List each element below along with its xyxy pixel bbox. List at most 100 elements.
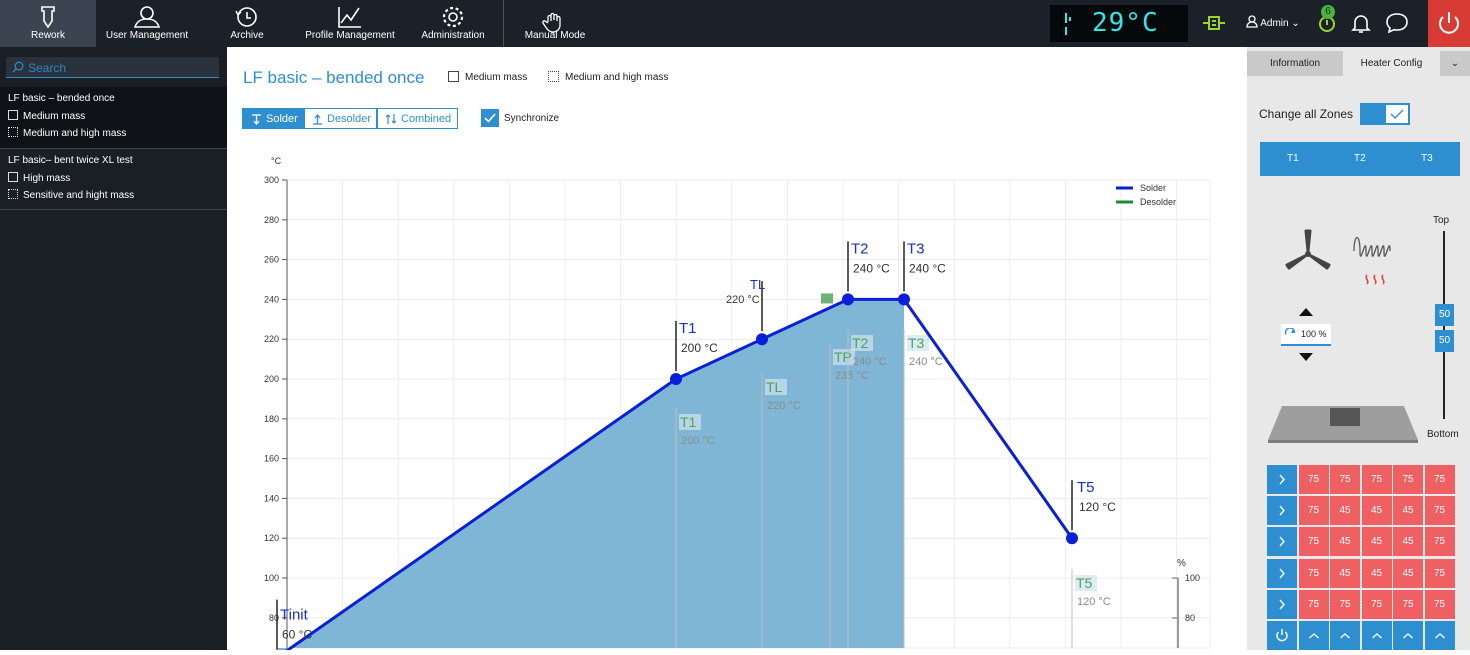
grid-column-expand-button[interactable] [1361, 621, 1392, 650]
zone-cell[interactable]: 45 [1361, 558, 1392, 588]
zone-cell[interactable]: 45 [1361, 496, 1392, 526]
zone-cell[interactable]: 75 [1330, 589, 1360, 619]
y-tick-label: 100 [264, 573, 279, 583]
secondary-axis-label: % [1177, 558, 1186, 569]
solder-point-value: 200 °C [681, 341, 718, 355]
nav-profile-management[interactable]: Profile Management [297, 0, 403, 47]
zone-cell[interactable]: 75 [1298, 558, 1329, 588]
change-all-zones-label: Change all Zones [1259, 107, 1354, 121]
nav-user-management[interactable]: User Management [97, 0, 197, 47]
zone-cell[interactable]: 45 [1393, 558, 1423, 588]
profile-item[interactable]: Medium mass [8, 110, 85, 122]
chevron-right-icon [1279, 599, 1285, 610]
user-menu[interactable]: Admin ⌄ [1246, 15, 1300, 29]
zone-cell[interactable]: 75 [1424, 558, 1455, 588]
desolder-point-label: T3 [908, 335, 925, 351]
secondary-tick-label: 100 [1185, 573, 1200, 583]
board-icon [448, 71, 459, 82]
zone-cell[interactable]: 45 [1393, 527, 1423, 557]
search-input[interactable]: Search [6, 57, 219, 78]
zone-cell[interactable]: 45 [1393, 496, 1423, 526]
profile-item[interactable]: High mass [8, 172, 70, 184]
zone-cell[interactable]: 75 [1330, 465, 1360, 494]
grid-column-expand-button[interactable] [1330, 621, 1360, 650]
user-icon [1246, 15, 1258, 28]
zone-cell[interactable]: 75 [1361, 589, 1392, 619]
zone-t1[interactable]: T1 [1287, 153, 1299, 164]
chat-icon[interactable] [1384, 11, 1410, 35]
profile-group-2[interactable]: LF basic– bent twice XL test High mass S… [0, 149, 227, 210]
grid-row-expand-button[interactable] [1267, 589, 1297, 619]
grid-row-expand-button[interactable] [1267, 496, 1297, 526]
tab-heater-config-label: Heater Config [1360, 58, 1423, 69]
nav-rework[interactable]: Rework [0, 0, 96, 47]
bottom-heater-value[interactable]: 50 [1435, 330, 1454, 352]
mode-desolder-button[interactable]: Desolder [304, 108, 377, 129]
zone-cell[interactable]: 75 [1424, 527, 1455, 557]
mass-chip-medium-high[interactable]: Medium and high mass [548, 71, 668, 83]
nav-archive[interactable]: Archive [197, 0, 297, 47]
solder-point [670, 373, 682, 385]
fan-speed-field[interactable]: 100 % [1281, 324, 1331, 346]
profile-group-1[interactable]: LF basic – bended once Medium mass Mediu… [0, 87, 227, 149]
tab-information[interactable]: Information [1247, 51, 1343, 76]
mode-combined-button[interactable]: Combined [377, 108, 458, 129]
grid-column-expand-button[interactable] [1298, 621, 1329, 650]
temperature-profile-chart[interactable]: 80 100 120 140 160 180 200 220 240 260 280 300 °C Sol… [227, 150, 1247, 650]
zone-cell[interactable]: 75 [1298, 527, 1329, 557]
synchronize-checkbox[interactable] [481, 109, 499, 127]
y-tick-label: 300 [264, 175, 279, 185]
mass-chip-medium[interactable]: Medium mass [448, 71, 527, 83]
desolder-point-value: 120 °C [1077, 596, 1111, 608]
zone-t3[interactable]: T3 [1421, 153, 1433, 164]
tab-menu-button[interactable]: ⌄ [1440, 51, 1470, 76]
connection-icon[interactable] [1202, 12, 1226, 34]
zone-cell[interactable]: 75 [1393, 465, 1423, 494]
fan-decrease-icon[interactable] [1299, 353, 1313, 361]
zone-cell[interactable]: 45 [1330, 527, 1360, 557]
zone-cell[interactable]: 75 [1298, 465, 1329, 494]
bottom-label: Bottom [1427, 429, 1459, 440]
desolder-point-label: TL [766, 379, 783, 395]
grid-column-expand-button[interactable] [1393, 621, 1423, 650]
nav-manual-mode-label: Manual Mode [524, 30, 586, 41]
power-button[interactable] [1428, 0, 1470, 47]
nav-administration[interactable]: Administration [403, 0, 503, 47]
profile-item-label: High mass [23, 173, 71, 184]
zone-cell[interactable]: 45 [1361, 527, 1392, 557]
grid-row-expand-button[interactable] [1267, 527, 1297, 557]
bell-icon[interactable] [1350, 12, 1372, 34]
zone-cell[interactable]: 75 [1393, 589, 1423, 619]
profile-item[interactable]: Medium and high mass [8, 127, 126, 139]
notifications-alert[interactable]: 6 [1316, 4, 1342, 38]
zone-t2[interactable]: T2 [1354, 153, 1366, 164]
profile-item[interactable]: Sensitive and hight mass [8, 189, 134, 201]
zone-cell[interactable]: 75 [1361, 465, 1392, 494]
nav-manual-mode[interactable]: Manual Mode [504, 0, 606, 47]
refresh-icon [1284, 328, 1296, 335]
grid-row-expand-button[interactable] [1267, 558, 1297, 588]
zone-cell[interactable]: 75 [1424, 496, 1455, 526]
grid-row-expand-button[interactable] [1267, 465, 1297, 494]
change-all-zones-toggle[interactable] [1360, 103, 1410, 125]
zone-cell[interactable]: 75 [1298, 496, 1329, 526]
profile-sidebar: Search LF basic – bended once Medium mas… [0, 47, 227, 650]
mode-solder-button[interactable]: Solder [242, 108, 304, 129]
zone-cell[interactable]: 45 [1330, 558, 1360, 588]
fan-increase-icon[interactable] [1299, 308, 1313, 316]
nav-administration-label: Administration [421, 30, 485, 41]
top-heater-value[interactable]: 50 [1435, 304, 1454, 326]
zone-cell[interactable]: 75 [1298, 589, 1329, 619]
grid-column-expand-button[interactable] [1424, 621, 1455, 650]
chip-icon [548, 71, 559, 82]
mass-chip-label: Medium mass [465, 72, 528, 83]
y-tick-label: 160 [264, 454, 279, 464]
tab-heater-config[interactable]: Heater Config [1343, 51, 1440, 76]
mode-combined-label: Combined [401, 113, 452, 125]
grid-power-button[interactable] [1267, 621, 1297, 650]
zone-cell[interactable]: 75 [1424, 465, 1455, 494]
zone-cell[interactable]: 45 [1330, 496, 1360, 526]
temperature-value: 29°C [1092, 8, 1159, 38]
pcb-board-icon [1268, 406, 1418, 443]
zone-cell[interactable]: 75 [1424, 589, 1455, 619]
